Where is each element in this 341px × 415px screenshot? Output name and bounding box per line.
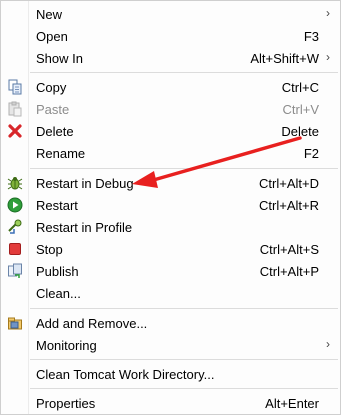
menu-separator <box>30 359 338 360</box>
menu-item-shortcut: Alt+Enter <box>265 396 319 411</box>
menu-separator <box>30 308 338 309</box>
submenu-chevron-icon: › <box>326 50 330 64</box>
menu-item-new[interactable]: New › <box>1 3 340 25</box>
menu-item-label: Restart <box>36 198 78 213</box>
menu-item-label: Publish <box>36 264 79 279</box>
copy-icon <box>7 79 23 95</box>
menu-item-clean-tomcat-work-directory[interactable]: Clean Tomcat Work Directory... <box>1 363 340 385</box>
menu-item-shortcut: Ctrl+V <box>282 102 319 117</box>
delete-icon <box>7 123 23 139</box>
menu-item-restart[interactable]: Restart Ctrl+Alt+R <box>1 194 340 216</box>
menu-item-properties[interactable]: Properties Alt+Enter <box>1 392 340 414</box>
menu-item-label: Monitoring <box>36 338 97 353</box>
menu-item-label: Open <box>36 29 68 44</box>
menu-item-shortcut: Alt+Shift+W <box>250 51 319 66</box>
menu-item-shortcut: F3 <box>303 29 319 44</box>
menu-item-label: Restart in Debug <box>36 176 134 191</box>
stop-icon <box>7 241 23 257</box>
submenu-chevron-icon: › <box>326 6 330 20</box>
debug-bug-icon <box>7 175 23 191</box>
menu-item-rename[interactable]: Rename F2 <box>1 142 340 164</box>
profile-icon <box>7 219 23 235</box>
menu-item-delete[interactable]: Delete Delete <box>1 120 340 142</box>
menu-item-label: Stop <box>36 242 63 257</box>
menu-item-clean[interactable]: Clean... <box>1 282 340 304</box>
menu-item-label: New <box>36 7 63 22</box>
menu-item-label: Show In <box>36 51 83 66</box>
menu-item-label: Clean... <box>36 286 81 301</box>
menu-item-shortcut: Ctrl+Alt+D <box>259 176 319 191</box>
menu-item-label: Add and Remove... <box>36 316 148 331</box>
menu-item-shortcut: Ctrl+Alt+S <box>259 242 319 257</box>
menu-separator <box>30 168 338 169</box>
menu-item-monitoring[interactable]: Monitoring › <box>1 334 340 356</box>
menu-item-restart-in-debug[interactable]: Restart in Debug Ctrl+Alt+D <box>1 172 340 194</box>
menu-item-shortcut: Delete <box>281 124 319 139</box>
menu-item-label: Restart in Profile <box>36 220 133 235</box>
menu-item-shortcut: F2 <box>303 146 319 161</box>
menu-item-stop[interactable]: Stop Ctrl+Alt+S <box>1 238 340 260</box>
menu-item-add-and-remove[interactable]: Add and Remove... <box>1 312 340 334</box>
menu-item-label: Rename <box>36 146 86 161</box>
menu-separator <box>30 388 338 389</box>
restart-icon <box>7 197 23 213</box>
menu-separator <box>30 72 338 73</box>
menu-item-show-in[interactable]: Show In Alt+Shift+W › <box>1 47 340 69</box>
menu-item-shortcut: Ctrl+Alt+P <box>259 264 319 279</box>
menu-item-publish[interactable]: Publish Ctrl+Alt+P <box>1 260 340 282</box>
submenu-chevron-icon: › <box>326 337 330 351</box>
menu-item-shortcut: Ctrl+Alt+R <box>259 198 319 213</box>
paste-icon <box>7 101 23 117</box>
menu-item-label: Properties <box>36 396 96 411</box>
menu-item-label: Clean Tomcat Work Directory... <box>36 367 215 382</box>
menu-item-copy[interactable]: Copy Ctrl+C <box>1 76 340 98</box>
menu-item-shortcut: Ctrl+C <box>281 80 319 95</box>
context-menu: New › Open F3 Show In Alt+Shift+W › Copy… <box>0 0 341 415</box>
menu-item-label: Delete <box>36 124 74 139</box>
menu-item-label: Paste <box>36 102 70 117</box>
menu-item-label: Copy <box>36 80 67 95</box>
menu-item-paste[interactable]: Paste Ctrl+V <box>1 98 340 120</box>
menu-item-restart-in-profile[interactable]: Restart in Profile <box>1 216 340 238</box>
add-remove-icon <box>7 315 23 331</box>
menu-item-open[interactable]: Open F3 <box>1 25 340 47</box>
publish-icon <box>7 263 23 279</box>
